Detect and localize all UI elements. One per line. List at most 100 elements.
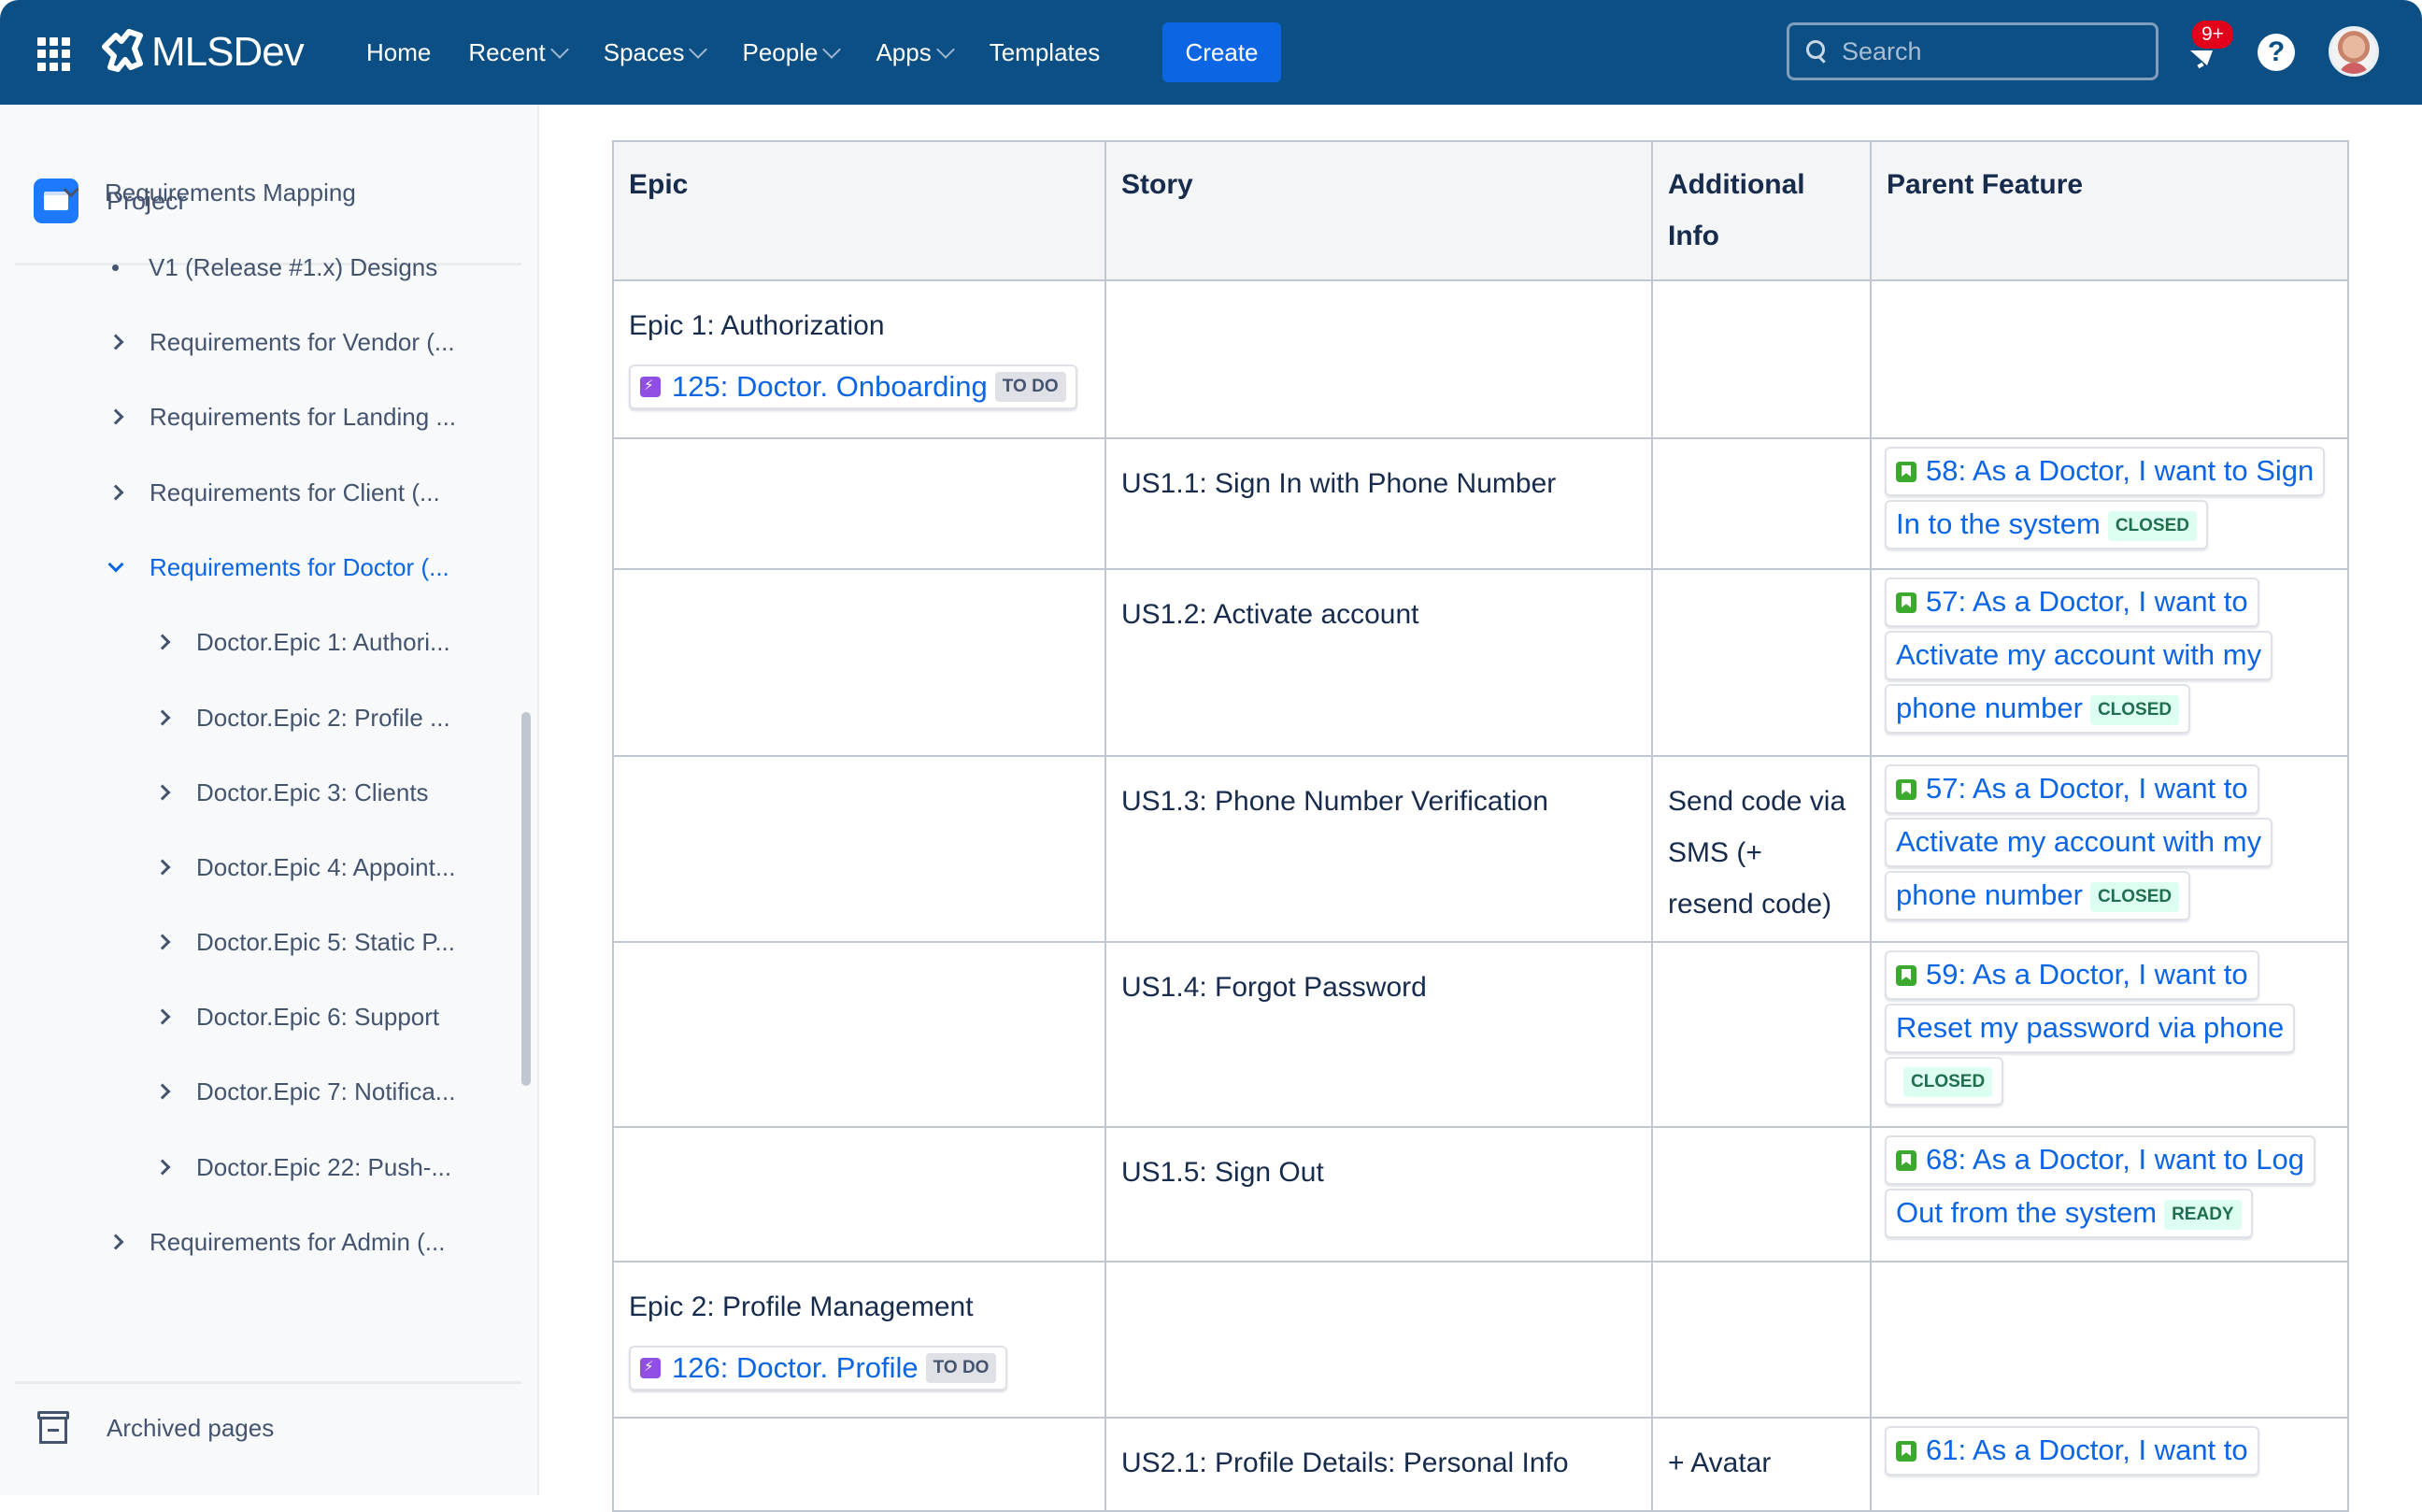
archived-pages-link[interactable]: Archived pages [37,1411,274,1445]
tree-item-label: Requirements for Doctor (... [150,552,449,581]
sidebar-tree-item[interactable]: V1 (Release #1.x) Designs [110,249,437,286]
story-bookmark-icon [1896,1441,1916,1462]
table-row: US1.5: Sign Out 68: As a Doctor, I want t… [612,1126,2349,1262]
sidebar-tree-item[interactable]: Doctor.Epic 7: Notifica... [154,1073,455,1110]
issue-link-text: 57: As a Doctor, I want to [1926,585,2248,618]
jira-story-link[interactable]: Reset my password via phone [1885,1004,2296,1053]
archived-pages-label: Archived pages [107,1413,275,1442]
chevron-down-icon[interactable] [107,556,124,573]
tree-item-label: Requirements for Admin (... [150,1227,446,1256]
nav-recent[interactable]: Recent [468,37,569,67]
tree-item-label: Doctor.Epic 4: Appoint... [196,852,456,881]
user-avatar[interactable] [2329,26,2379,77]
story-bookmark-icon [1896,779,1916,800]
jira-story-link[interactable]: 59: As a Doctor, I want to [1885,950,2259,1000]
chevron-right-icon[interactable] [107,484,124,501]
chevron-right-icon[interactable] [107,1234,124,1250]
create-button[interactable]: Create [1162,22,1281,82]
sidebar-divider-bottom [15,1381,521,1384]
search-box[interactable] [1787,22,2158,80]
table-row: Epic 2: Profile Management 126: Doctor. P… [612,1261,2349,1419]
jira-story-link[interactable]: phone number CLOSED [1885,871,2191,920]
cell-parent-feature: 61: As a Doctor, I want to [1870,1417,2349,1512]
nav-home[interactable]: Home [366,38,431,67]
sidebar-tree-item[interactable]: Doctor.Epic 4: Appoint... [154,849,456,886]
sidebar-tree-item[interactable]: Requirements for Doctor (... [107,549,449,586]
status-lozenge: CLOSED [2089,695,2180,726]
nav-label: Recent [468,37,546,66]
cell-story [1104,1261,1653,1419]
issue-link-text: 57: As a Doctor, I want to [1926,772,2248,805]
tree-item-label: Doctor.Epic 3: Clients [196,777,429,806]
sidebar-tree-item[interactable]: Requirements for Landing ... [107,398,456,435]
sidebar-tree-item[interactable]: Requirements for Admin (... [107,1223,446,1261]
nav-apps[interactable]: Apps [876,38,955,67]
sidebar-tree-item[interactable]: Requirements for Vendor (... [107,323,455,361]
jira-story-link[interactable]: 61: As a Doctor, I want to [1885,1426,2259,1476]
sidebar-tree-item[interactable]: Requirements Mapping [63,174,356,211]
cell-epic [612,568,1106,757]
chevron-right-icon[interactable] [154,859,171,876]
issue-link-text: 126: Doctor. Profile [672,1351,919,1384]
sidebar-tree-item[interactable]: Requirements for Client (... [107,474,440,511]
chevron-right-icon[interactable] [154,1083,171,1100]
sidebar-tree-item[interactable]: Doctor.Epic 6: Support [154,998,439,1035]
jira-story-link[interactable]: Out from the system READY [1885,1189,2253,1238]
jira-epic-link[interactable]: 126: Doctor. ProfileTO DO [629,1346,1008,1391]
chevron-right-icon[interactable] [154,709,171,726]
issue-link-text: phone number [1896,692,2083,724]
logo-mark-icon [102,29,143,72]
jira-story-link[interactable]: CLOSED [1885,1057,2004,1105]
chevron-right-icon[interactable] [154,784,171,801]
cell-additional-info [1651,437,1872,570]
cell-additional-info [1651,279,1872,439]
header-additional-info: Additional Info [1651,140,1872,281]
notifications-badge: 9+ [2192,21,2233,49]
jira-story-link[interactable]: 57: As a Doctor, I want to [1885,578,2259,627]
cell-story: US1.4: Forgot Password [1104,941,1653,1128]
nav-people[interactable]: People [742,38,842,67]
chevron-down-icon[interactable] [63,181,79,198]
jira-story-link[interactable]: 57: As a Doctor, I want to [1885,764,2259,814]
sidebar-tree-item[interactable]: Doctor.Epic 2: Profile ... [154,699,450,736]
sidebar-tree-item[interactable]: Doctor.Epic 3: Clients [154,774,429,811]
help-icon[interactable]: ? [2258,34,2295,71]
chevron-right-icon[interactable] [154,1008,171,1025]
chevron-right-icon[interactable] [107,334,124,350]
brand-logo[interactable]: MLSDev [97,24,305,80]
requirements-table-container: Epic Story Additional Info Parent Featur… [612,140,2349,1512]
jira-story-link[interactable]: In to the system CLOSED [1885,500,2209,549]
epic-lightning-icon [640,365,661,407]
chevron-right-icon[interactable] [154,634,171,650]
jira-epic-link[interactable]: 125: Doctor. OnboardingTO DO [629,364,1077,409]
jira-story-link[interactable]: phone number CLOSED [1885,684,2191,734]
issue-link-text: 125: Doctor. Onboarding [672,370,988,403]
sidebar-scrollbar[interactable] [521,712,531,1086]
cell-additional-info: + Avatar [1651,1417,1872,1512]
chevron-down-icon [935,40,955,59]
chevron-right-icon[interactable] [107,408,124,425]
sidebar-tree-item[interactable]: Doctor.Epic 1: Authori... [154,623,450,661]
cell-parent-feature [1870,1261,2349,1419]
tree-item-label: Requirements for Vendor (... [150,327,455,356]
nav-templates[interactable]: Templates [990,38,1101,67]
cell-story: US1.1: Sign In with Phone Number [1104,437,1653,570]
space-sidebar: Projecr Requirements Mapping V1 (Release … [0,105,539,1495]
cell-parent-feature: 58: As a Doctor, I want to Sign In to the… [1870,437,2349,570]
nav-spaces[interactable]: Spaces [604,38,708,67]
chevron-right-icon[interactable] [154,934,171,950]
app-switcher-icon[interactable] [37,37,71,71]
jira-story-link[interactable]: Activate my account with my [1885,818,2273,867]
jira-story-link[interactable]: 58: As a Doctor, I want to Sign [1885,447,2326,496]
sidebar-tree-item[interactable]: Doctor.Epic 5: Static P... [154,923,455,961]
sidebar-tree-item[interactable]: Doctor.Epic 22: Push-... [154,1148,451,1186]
brand-name: MLSDev [151,29,305,75]
chevron-right-icon[interactable] [154,1159,171,1176]
cell-story: US1.5: Sign Out [1104,1126,1653,1262]
status-lozenge: CLOSED [2089,882,2180,913]
jira-story-link[interactable]: 68: As a Doctor, I want to Log [1885,1135,2315,1185]
search-input[interactable] [1840,36,2143,67]
cell-epic [612,1126,1106,1262]
cell-epic [612,437,1106,570]
jira-story-link[interactable]: Activate my account with my [1885,631,2273,680]
